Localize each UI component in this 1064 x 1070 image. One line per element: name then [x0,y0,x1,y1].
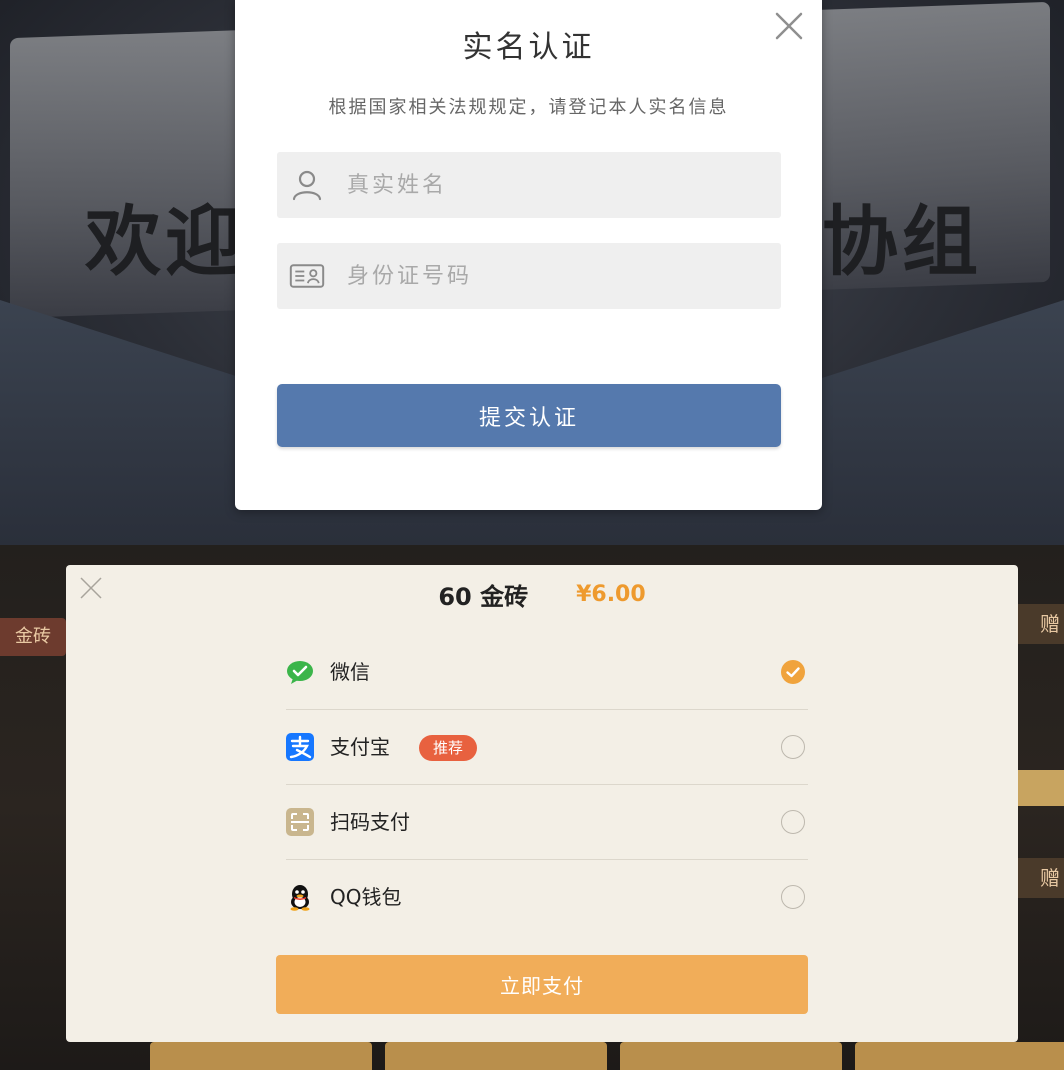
method-label: QQ钱包 [330,885,402,909]
method-radio-selected[interactable] [781,660,805,684]
real-name-field [277,152,781,218]
background-tag-left: 金砖 [0,618,66,656]
real-name-input[interactable] [347,152,767,218]
real-name-verification-dialog: 实名认证 根据国家相关法规规定，请登记本人实名信息 提交认证 [235,0,822,510]
qq-icon [290,885,310,911]
background-product-tab [620,1042,842,1070]
payment-method-alipay[interactable]: 支付宝 推荐 [286,710,808,785]
product-price: ¥6.00 [576,582,646,607]
background-strip [1018,770,1064,806]
method-label: 支付宝 [330,735,390,759]
background-product-tab [855,1042,1064,1070]
payment-method-wechat[interactable]: 微信 [286,635,808,710]
method-radio[interactable] [781,735,805,759]
payment-method-qr-scan[interactable]: 扫码支付 [286,785,808,860]
id-number-input[interactable] [347,243,767,309]
pay-now-button[interactable]: 立即支付 [276,955,808,1014]
background-title-right: 协组 [822,197,982,286]
payment-method-list: 微信 支付宝 推荐 扫码支付 QQ钱包 [286,635,808,934]
dialog-subtitle: 根据国家相关法规规定，请登记本人实名信息 [328,97,729,118]
payment-method-qq-wallet[interactable]: QQ钱包 [286,860,808,934]
qr-scan-icon [286,808,314,836]
background-tag-right: 赠 [1018,858,1064,898]
dialog-title: 实名认证 [462,30,595,65]
background-product-tab [385,1042,607,1070]
method-label: 扫码支付 [330,810,410,834]
background-tag-right: 赠 [1018,604,1064,644]
close-icon [775,12,803,40]
method-radio[interactable] [781,810,805,834]
close-button[interactable] [771,8,807,44]
background-title-left: 欢迎 [85,197,245,286]
alipay-icon [286,733,314,761]
method-label: 微信 [330,660,370,684]
method-radio[interactable] [781,885,805,909]
id-number-field [277,243,781,309]
product-name: 60 金砖 [438,583,529,611]
wechat-icon [287,661,313,684]
background-product-tab [150,1042,372,1070]
payment-sheet: 60 金砖 ¥6.00 微信 支付宝 推荐 扫码支付 QQ钱包 立即支付 [66,565,1018,1042]
id-card-icon [289,264,325,288]
user-icon [292,170,322,201]
payment-header: 60 金砖 ¥6.00 [66,577,1018,617]
recommended-badge: 推荐 [419,735,478,761]
check-icon [786,667,800,678]
submit-verification-button[interactable]: 提交认证 [277,384,781,447]
